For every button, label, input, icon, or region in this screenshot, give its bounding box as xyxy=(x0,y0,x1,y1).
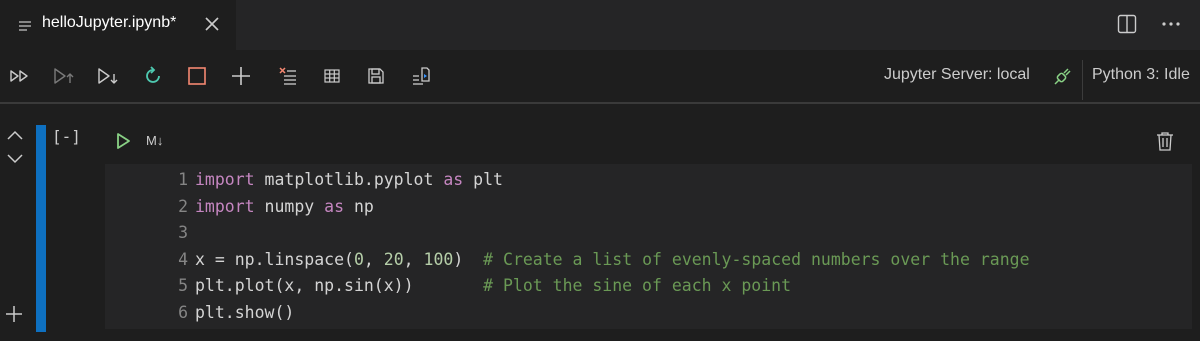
code-token: 0 xyxy=(353,249,364,269)
code-text: x = np.linspace(0, 20, 100) # Create a l… xyxy=(195,246,1030,273)
toolbar-separator xyxy=(1082,60,1083,100)
chevron-down-icon[interactable] xyxy=(6,152,24,166)
clear-outputs-icon[interactable] xyxy=(276,64,300,88)
line-number: 6 xyxy=(178,302,188,322)
code-token: import xyxy=(195,170,255,189)
code-text: plt.plot(x, np.sin(x)) # Plot the sine o… xyxy=(195,272,791,299)
code-token: plt.plot(x, np.sin(x)) xyxy=(195,276,484,295)
code-token: as xyxy=(443,170,464,189)
code-token: , xyxy=(403,249,424,269)
cell-selection-bar xyxy=(36,125,46,332)
close-icon[interactable] xyxy=(203,15,221,33)
line-number: 1 xyxy=(178,170,188,189)
code-token: # Plot the sine of each x point xyxy=(483,276,792,295)
line-number: 4 xyxy=(178,249,188,269)
plug-icon[interactable] xyxy=(1052,67,1072,87)
jupyter-server-status[interactable]: Jupyter Server: local xyxy=(884,66,1030,84)
line-number: 2 xyxy=(178,196,188,216)
restart-kernel-icon[interactable] xyxy=(141,64,165,88)
code-line[interactable]: 2 import numpy as np xyxy=(105,193,1192,220)
code-token: # Create a list of evenly-spaced numbers… xyxy=(483,249,1030,269)
code-editor[interactable]: 1 import matplotlib.pyplot as plt 2 import … xyxy=(105,164,1192,329)
tab-hellojupyter[interactable]: helloJupyter.ipynb* xyxy=(0,0,236,50)
split-editor-icon[interactable] xyxy=(1117,14,1137,34)
add-cell-below-icon[interactable] xyxy=(5,305,23,323)
toolbar-divider xyxy=(0,102,1200,104)
run-above-icon[interactable] xyxy=(52,64,76,88)
editor-tab-strip: helloJupyter.ipynb* xyxy=(0,0,1200,50)
variables-grid-icon[interactable] xyxy=(320,64,344,88)
run-all-icon[interactable] xyxy=(8,64,32,88)
run-cell-icon[interactable] xyxy=(114,132,132,150)
code-token: plt.show() xyxy=(195,302,295,322)
run-below-icon[interactable] xyxy=(96,64,120,88)
interrupt-kernel-icon[interactable] xyxy=(185,64,209,88)
code-token: as xyxy=(324,196,345,216)
add-cell-icon[interactable] xyxy=(229,64,253,88)
code-token: x = np.linspace( xyxy=(195,249,354,269)
chevron-up-icon[interactable] xyxy=(6,128,24,142)
code-line[interactable]: 3 xyxy=(105,219,1192,246)
code-token: ) xyxy=(453,249,484,269)
code-token: import xyxy=(195,196,255,216)
code-line[interactable]: 5 plt.plot(x, np.sin(x)) # Plot the sine … xyxy=(105,272,1192,299)
code-text: import numpy as np xyxy=(195,193,374,220)
trash-icon[interactable] xyxy=(1156,131,1174,151)
code-text: plt.show() xyxy=(195,299,294,326)
code-token: , xyxy=(363,249,384,269)
code-line[interactable]: 6 plt.show() xyxy=(105,299,1192,326)
export-as-icon[interactable] xyxy=(409,64,433,88)
line-number: 3 xyxy=(178,223,188,242)
code-token: np xyxy=(344,196,374,216)
more-actions-icon[interactable] xyxy=(1160,14,1182,34)
code-token: numpy xyxy=(254,196,325,216)
code-token: plt xyxy=(463,170,503,189)
change-to-markdown-button[interactable]: M↓ xyxy=(146,133,163,148)
code-line[interactable]: 4 x = np.linspace(0, 20, 100) # Create a … xyxy=(105,246,1192,273)
code-token: matplotlib.pyplot xyxy=(254,170,444,189)
code-line[interactable]: 1 import matplotlib.pyplot as plt xyxy=(105,166,1192,193)
line-number: 5 xyxy=(178,276,188,295)
code-token: 20 xyxy=(383,249,404,269)
save-icon[interactable] xyxy=(364,64,388,88)
tab-title: helloJupyter.ipynb* xyxy=(42,14,177,31)
execution-count: [-] xyxy=(52,127,81,146)
code-token: 100 xyxy=(423,249,454,269)
file-lines-icon xyxy=(19,19,31,31)
kernel-status[interactable]: Python 3: Idle xyxy=(1092,66,1190,84)
code-text: import matplotlib.pyplot as plt xyxy=(195,166,503,193)
